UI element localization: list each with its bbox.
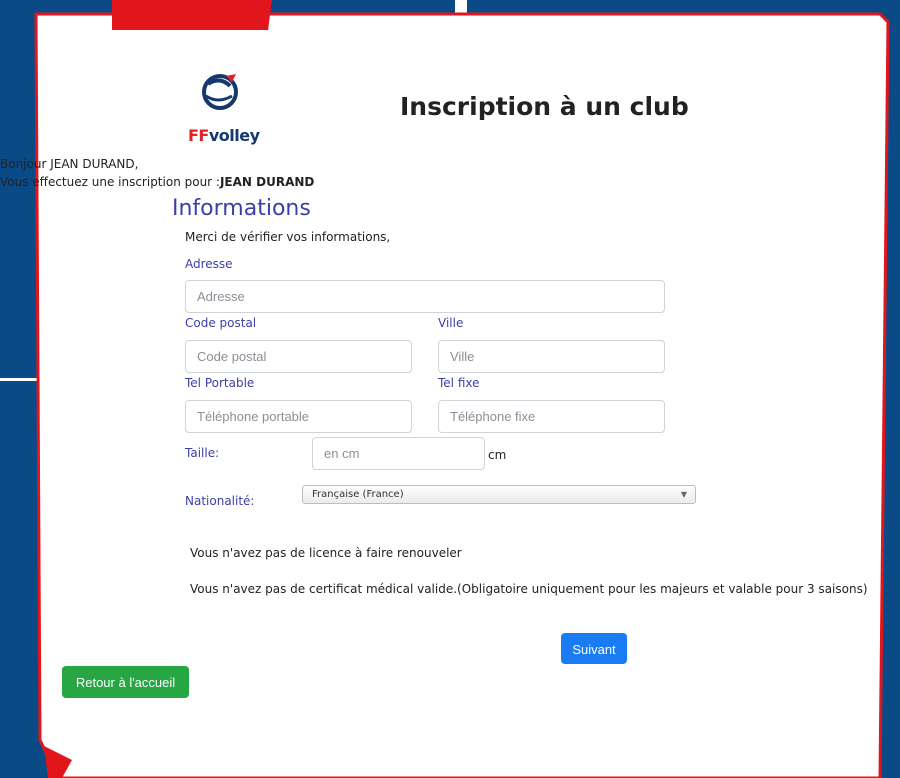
adresse-input[interactable] xyxy=(185,280,665,313)
adresse-label: Adresse xyxy=(185,257,233,271)
greeting-line-2: Vous effectuez une inscription pour :JEA… xyxy=(0,173,314,191)
greeting-line-1: Bonjour JEAN DURAND, xyxy=(0,157,139,171)
code-postal-input[interactable] xyxy=(185,340,412,373)
nationalite-label: Nationalité: xyxy=(185,494,255,508)
ville-input[interactable] xyxy=(438,340,665,373)
section-intro: Merci de vérifier vos informations, xyxy=(185,230,391,244)
licence-notice: Vous n'avez pas de licence à faire renou… xyxy=(190,546,462,560)
brand-logo-text: FFvolley xyxy=(188,126,260,145)
registration-page: FFvolley Inscription à un club Bonjour J… xyxy=(0,0,900,778)
tel-portable-label: Tel Portable xyxy=(185,376,255,390)
next-button[interactable]: Suivant xyxy=(561,633,627,664)
taille-label: Taille: xyxy=(185,446,220,460)
chevron-down-icon: ▼ xyxy=(680,490,687,499)
taille-input[interactable] xyxy=(312,437,485,470)
nationalite-selected: Française (France) xyxy=(312,489,404,500)
greeting-name: JEAN DURAND xyxy=(219,175,315,189)
brand-volley: volley xyxy=(208,126,260,145)
certificat-notice: Vous n'avez pas de certificat médical va… xyxy=(190,582,868,596)
greeting-prefix: Vous effectuez une inscription pour : xyxy=(0,175,220,189)
home-button[interactable]: Retour à l'accueil xyxy=(62,666,189,698)
taille-unit: cm xyxy=(488,448,507,462)
brand-ff: FF xyxy=(188,126,209,145)
tel-fixe-input[interactable] xyxy=(438,400,665,433)
page-title: Inscription à un club xyxy=(400,92,689,121)
ville-label: Ville xyxy=(438,316,464,330)
nationalite-select[interactable]: Française (France) ▼ xyxy=(302,485,696,504)
section-title: Informations xyxy=(172,196,311,221)
tel-fixe-label: Tel fixe xyxy=(438,376,480,390)
code-postal-label: Code postal xyxy=(185,316,257,330)
tel-portable-input[interactable] xyxy=(185,400,412,433)
greeting: Bonjour JEAN DURAND, Vous effectuez une … xyxy=(0,155,314,191)
